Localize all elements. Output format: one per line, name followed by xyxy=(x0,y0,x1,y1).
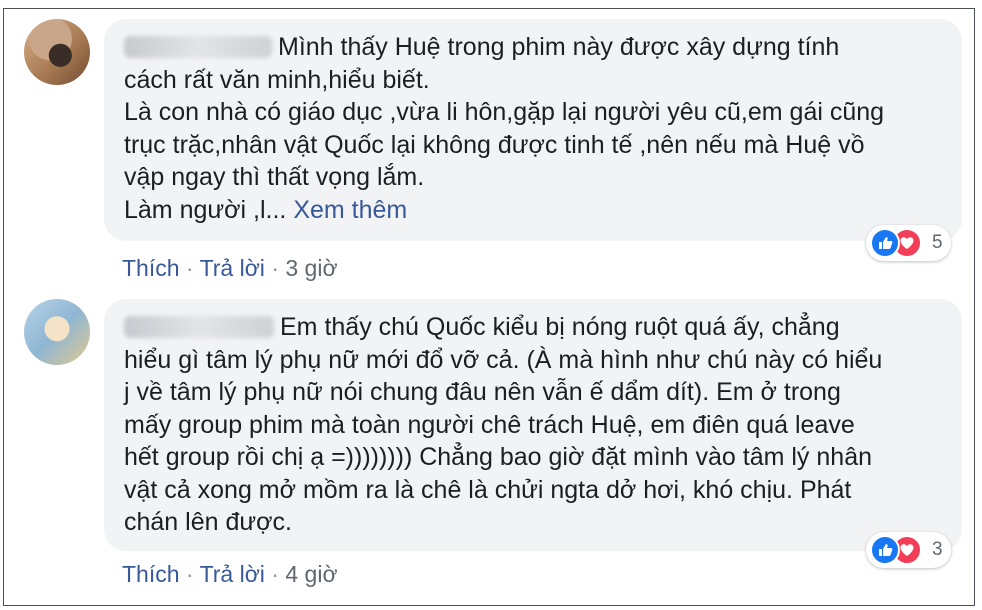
reactions-summary[interactable]: 5 xyxy=(866,225,951,261)
avatar[interactable] xyxy=(24,19,90,85)
see-more-link[interactable]: Xem thêm xyxy=(293,196,407,224)
comment-actions: Thích · Trả lời · 4 giờ xyxy=(122,561,338,587)
avatar[interactable] xyxy=(24,299,90,365)
timestamp[interactable]: 4 giờ xyxy=(285,561,337,587)
timestamp[interactable]: 3 giờ xyxy=(285,255,337,281)
comment-text: Em thấy chú Quốc kiểu bị nóng ruột quá ấ… xyxy=(124,313,883,536)
like-reaction-icon xyxy=(870,535,900,565)
author-name-blurred[interactable] xyxy=(124,36,272,58)
reply-link[interactable]: Trả lời xyxy=(200,561,265,587)
comment-bubble: Mình thấy Huệ trong phim này được xây dự… xyxy=(104,19,962,241)
comment-text: Mình thấy Huệ trong phim này được xây dự… xyxy=(124,33,885,224)
comment-thread: Mình thấy Huệ trong phim này được xây dự… xyxy=(3,8,975,606)
like-link[interactable]: Thích xyxy=(122,255,180,281)
comment-bubble: Em thấy chú Quốc kiểu bị nóng ruột quá ấ… xyxy=(104,299,962,551)
reactions-summary[interactable]: 3 xyxy=(866,532,951,568)
reaction-count: 3 xyxy=(932,539,943,560)
like-link[interactable]: Thích xyxy=(122,561,180,587)
reply-link[interactable]: Trả lời xyxy=(200,255,265,281)
like-reaction-icon xyxy=(870,228,900,258)
comment-actions: Thích · Trả lời · 3 giờ xyxy=(122,255,338,281)
author-name-blurred[interactable] xyxy=(124,316,274,338)
reaction-count: 5 xyxy=(932,232,943,253)
